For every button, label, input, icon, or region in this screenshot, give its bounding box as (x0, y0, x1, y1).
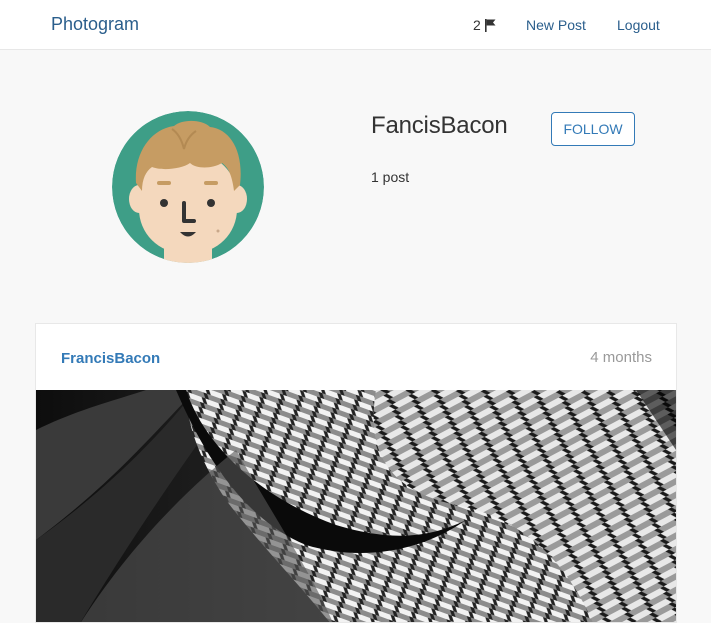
new-post-link[interactable]: New Post (526, 17, 586, 33)
brand-link[interactable]: Photogram (51, 14, 139, 35)
notifications-count: 2 (473, 17, 481, 33)
avatar-illustration (112, 111, 264, 263)
post-card-header: FrancisBacon 4 months (36, 324, 676, 391)
post-image[interactable] (36, 390, 676, 623)
post-card: FrancisBacon 4 months (35, 323, 677, 623)
logout-link[interactable]: Logout (617, 17, 660, 33)
profile-username: FancisBacon (371, 112, 508, 139)
follow-button[interactable]: FOLLOW (551, 112, 635, 146)
navbar: Photogram 2 New Post Logout (0, 0, 711, 50)
profile-avatar (112, 111, 264, 263)
post-author-link[interactable]: FrancisBacon (61, 350, 160, 367)
flag-icon (484, 18, 496, 32)
notifications-link[interactable]: 2 (473, 17, 496, 33)
post-timestamp: 4 months (590, 349, 652, 366)
post-count: 1 post (371, 169, 410, 185)
